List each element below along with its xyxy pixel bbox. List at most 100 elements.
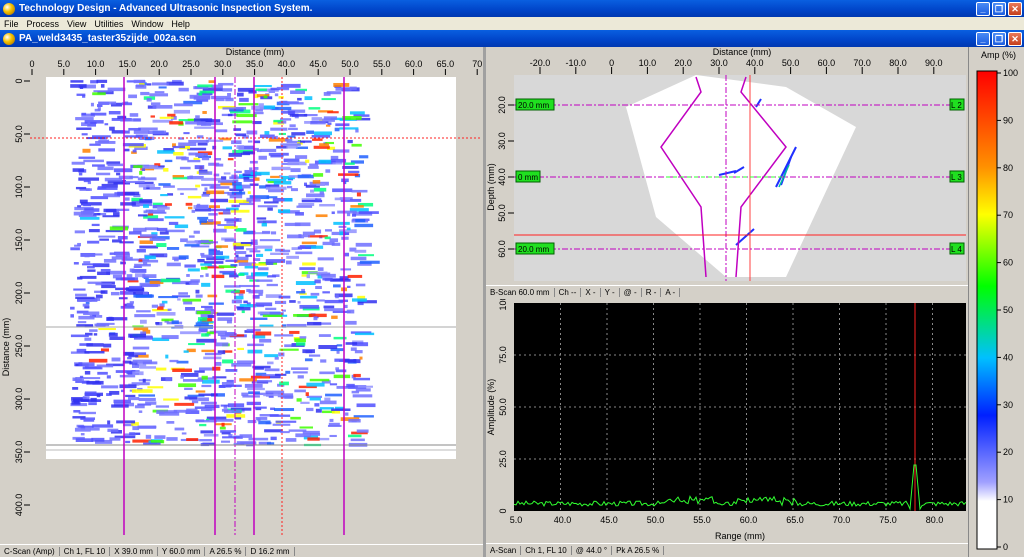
bscan-status-a: A - <box>661 287 681 297</box>
colorbar-tick: 60 <box>1003 258 1013 268</box>
ascan-y-tick: 100 <box>498 299 508 311</box>
colorbar-panel: Amp (%) 100 90 80 70 60 50 40 30 20 10 0 <box>968 47 1024 557</box>
cscan-svg[interactable]: Distance (mm) 0 5.0 10.0 15.0 20.0 25.0 30.0 35… <box>0 47 483 544</box>
cscan-x-tick: 5.0 <box>58 59 71 69</box>
cscan-y-title: Distance (mm) <box>1 318 11 377</box>
menu-file[interactable]: File <box>0 19 23 29</box>
cscan-x-tick: 20.0 <box>150 59 168 69</box>
cscan-x-tick: 50.0 <box>341 59 359 69</box>
bscan-status-y: Y - <box>601 287 620 297</box>
bscan-x-tick: 50.0 <box>782 58 800 68</box>
cscan-y-tick: 350.0 <box>14 441 24 464</box>
bscan-x-tick: 80.0 <box>889 58 907 68</box>
cscan-y-tick: 0 <box>14 78 24 83</box>
ascan-y-tick: 50.0 <box>498 398 508 416</box>
ascan-x-tick: 45.0 <box>600 515 618 525</box>
colorbar-tick: 70 <box>1003 210 1013 220</box>
ascan-x-tick: 50.0 <box>647 515 665 525</box>
ascan-status-channel: Ch 1, FL 10 <box>521 545 572 555</box>
bscan-x-tick: 60.0 <box>818 58 836 68</box>
cscan-panel: Distance (mm) 0 5.0 10.0 15.0 20.0 25.0 30.0 35… <box>0 47 483 557</box>
cscan-y-tick: 50.0 <box>14 125 24 143</box>
cscan-x-tick: 45.0 <box>309 59 327 69</box>
cscan-y-tick: 200.0 <box>14 282 24 305</box>
menu-view[interactable]: View <box>63 19 90 29</box>
bscan-x-tick: -10.0 <box>566 58 587 68</box>
cscan-y-tick: 400.0 <box>14 494 24 517</box>
menu-utilities[interactable]: Utilities <box>90 19 127 29</box>
ascan-y-title: Amplitude (%) <box>486 379 496 436</box>
bscan-status-mode: B-Scan 60.0 mm <box>486 287 555 297</box>
bscan-x-tick: 40.0 <box>746 58 764 68</box>
ascan-x-title: Range (mm) <box>715 531 765 541</box>
ascan-x-tick: 55.0 <box>693 515 711 525</box>
menu-window[interactable]: Window <box>127 19 167 29</box>
doc-restore-icon[interactable]: ❐ <box>992 31 1006 46</box>
cscan-x-tick: 60.0 <box>405 59 423 69</box>
colorbar-tick: 50 <box>1003 305 1013 315</box>
ascan-panel: 0 25.0 50.0 75.0 100 5.0 40.0 45.0 50.0 55.0 60.0… <box>486 299 968 557</box>
bscan-x-tick: 20.0 <box>674 58 692 68</box>
ascan-x-tick: 60.0 <box>740 515 758 525</box>
ascan-svg[interactable]: 0 25.0 50.0 75.0 100 5.0 40.0 45.0 50.0 55.0 60.0… <box>486 299 968 543</box>
cscan-status-x: X 39.0 mm <box>110 546 158 556</box>
bscan-y-tick: 50.0 <box>497 204 507 222</box>
colorbar-tick: 40 <box>1003 352 1013 362</box>
colorbar-tick: 80 <box>1003 163 1013 173</box>
colorbar-tick: 30 <box>1003 400 1013 410</box>
cscan-status-bar: C-Scan (Amp) Ch 1, FL 10 X 39.0 mm Y 60.… <box>0 544 483 557</box>
doc-close-icon[interactable]: ✕ <box>1008 31 1022 46</box>
cscan-x-tick: 25.0 <box>182 59 200 69</box>
bscan-x-title: Distance (mm) <box>713 47 772 57</box>
colorbar-tick: 10 <box>1003 495 1013 505</box>
ascan-status-bar: A-Scan Ch 1, FL 10 @ 44.0 ° Pk A 26.5 % <box>486 543 968 556</box>
bscan-status-x: X - <box>581 287 601 297</box>
restore-icon[interactable]: ❐ <box>992 1 1006 16</box>
bscan-status-bar: B-Scan 60.0 mm Ch -- X - Y - @ - R - A - <box>486 285 968 298</box>
svg-text:L 2: L 2 <box>951 101 962 110</box>
cscan-x-tick: 0 <box>29 59 34 69</box>
ascan-x-tick: 5.0 <box>510 515 523 525</box>
ascan-y-tick: 0 <box>498 508 508 513</box>
cscan-status-channel: Ch 1, FL 10 <box>60 546 111 556</box>
bscan-x-tick: 30.0 <box>710 58 728 68</box>
cscan-y-tick: 250.0 <box>14 335 24 358</box>
ascan-status-angle: @ 44.0 ° <box>572 545 613 555</box>
bscan-y-tick: 60.0 <box>497 240 507 258</box>
document-title-bar: PA_weld3435_taster35zijde_002a.scn _ ❐ ✕ <box>0 30 1024 47</box>
doc-minimize-icon[interactable]: _ <box>976 31 990 46</box>
colorbar-tick: 100 <box>1003 68 1018 78</box>
cscan-status-y: Y 60.0 mm <box>158 546 206 556</box>
colorbar-svg: 1009080706050403020100 <box>976 68 1018 552</box>
ascan-x-tick: 80.0 <box>926 515 944 525</box>
cscan-status-depth: D 16.2 mm <box>246 546 295 556</box>
cscan-x-title: Distance (mm) <box>226 47 285 57</box>
document-icon <box>3 32 15 45</box>
menu-process[interactable]: Process <box>23 19 64 29</box>
close-icon[interactable]: ✕ <box>1008 1 1022 16</box>
bscan-x-tick: 10.0 <box>639 58 657 68</box>
colorbar-tick: 0 <box>1003 542 1008 552</box>
ascan-y-tick: 25.0 <box>498 450 508 468</box>
cscan-x-tick: 10.0 <box>87 59 105 69</box>
bscan-y-tick: 20.0 <box>497 96 507 114</box>
menu-help[interactable]: Help <box>167 19 194 29</box>
svg-text:20.0 mm: 20.0 mm <box>518 101 549 110</box>
app-title-bar: Technology Design - Advanced Ultrasonic … <box>0 0 1024 17</box>
bscan-svg[interactable]: Distance (mm) -20.0 -10.0 0 10.0 20.0 30.0 40.… <box>486 47 968 285</box>
menu-bar: File Process View Utilities Window Help <box>0 17 1024 30</box>
cscan-y-tick: 100.0 <box>14 176 24 199</box>
ascan-x-tick: 40.0 <box>554 515 572 525</box>
cscan-status-mode: C-Scan (Amp) <box>0 546 60 556</box>
ascan-x-tick: 75.0 <box>879 515 897 525</box>
minimize-icon[interactable]: _ <box>976 1 990 16</box>
bscan-status-channel: Ch -- <box>555 287 582 297</box>
colorbar-gradient <box>976 70 998 550</box>
svg-text:L 3: L 3 <box>951 173 962 182</box>
cscan-x-tick: 30.0 <box>214 59 232 69</box>
ascan-status-peak: Pk A 26.5 % <box>612 545 665 555</box>
colorbar-tick: 20 <box>1003 447 1013 457</box>
bscan-x-tick: 90.0 <box>925 58 943 68</box>
bscan-y-tick: 40.0 <box>497 168 507 186</box>
svg-text:L 4: L 4 <box>951 245 962 254</box>
